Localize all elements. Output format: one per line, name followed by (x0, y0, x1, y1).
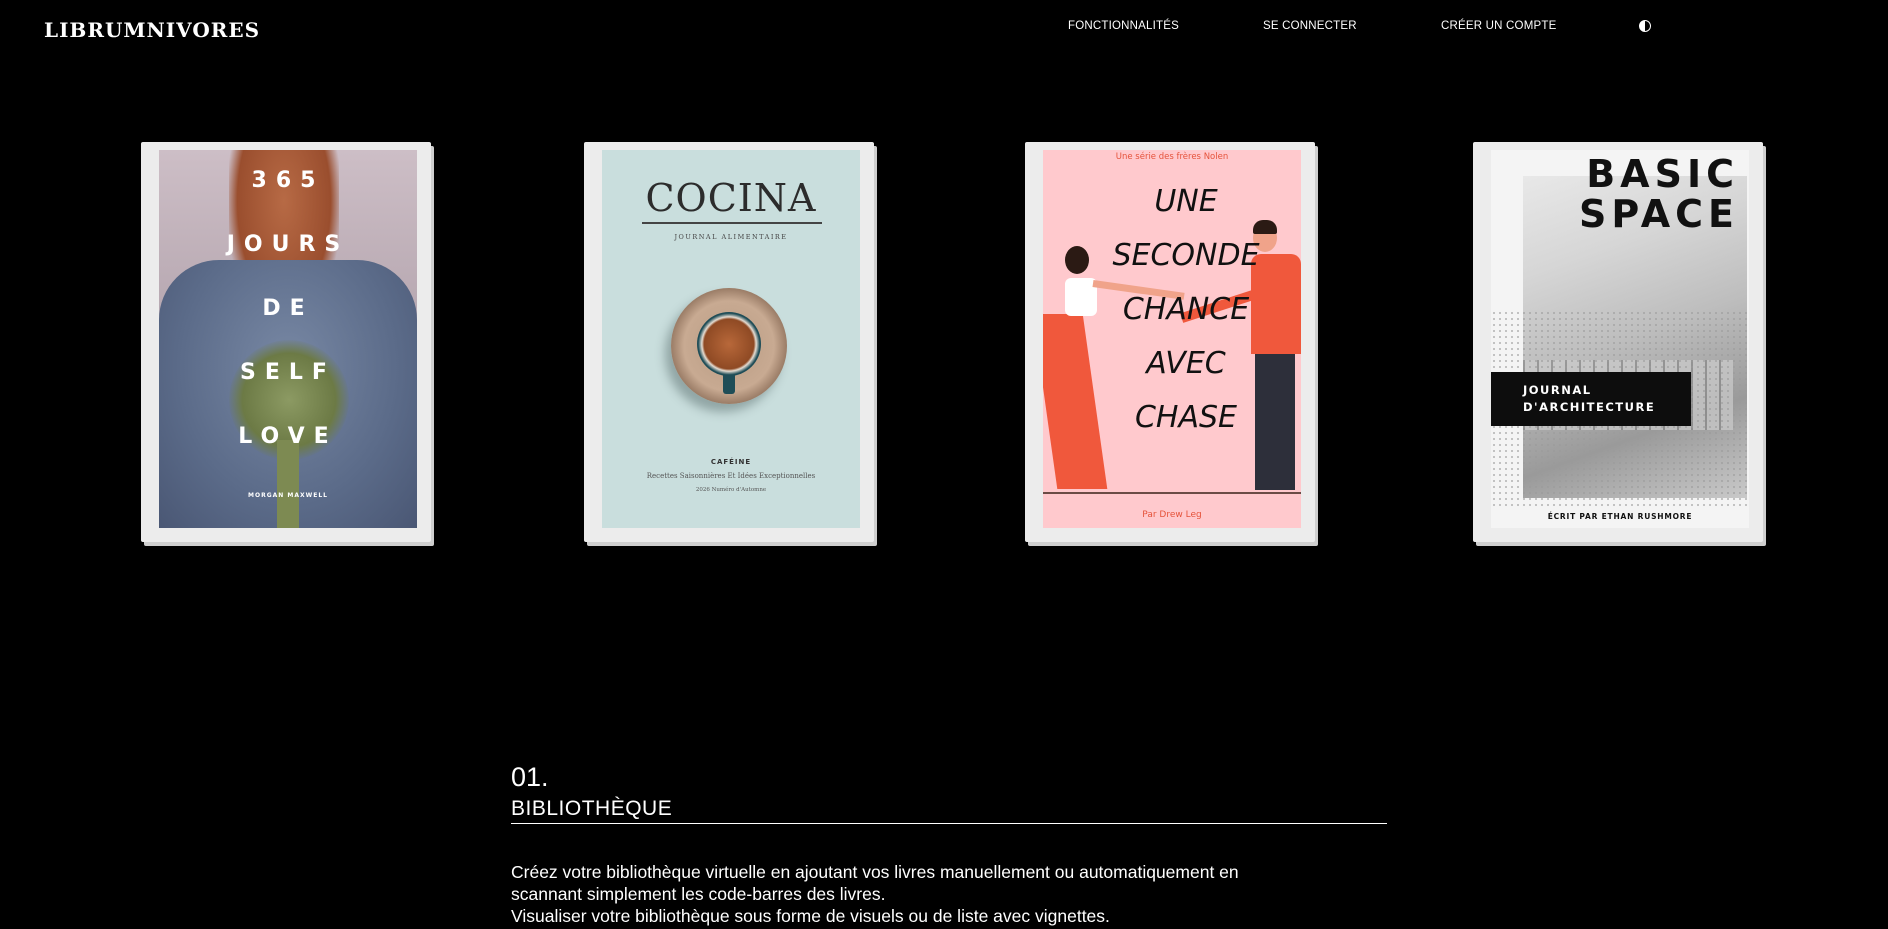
book-title-line: SPACE (1579, 192, 1739, 236)
book-title-line: UNE (1154, 184, 1218, 219)
book-title-line: 365 (251, 168, 325, 193)
book-title-line: JOURS (226, 232, 350, 257)
nav-login-link[interactable]: SE CONNECTER (1263, 20, 1357, 32)
book-title: BASIC SPACE (1579, 154, 1739, 234)
book-cover: 365 JOURS DE SELF LOVE MORGAN MAXWELL (159, 150, 417, 528)
book-tag: JOURNAL D'ARCHITECTURE (1523, 383, 1656, 414)
book-card-basic-space[interactable]: BASIC SPACE JOURNAL D'ARCHITECTURE ÉCRIT… (1473, 142, 1763, 542)
book-edition: 2026 Numéro d'Automne (695, 487, 767, 493)
contrast-icon[interactable] (1639, 20, 1651, 32)
book-title-line: AVEC (1146, 346, 1226, 381)
book-caption-title: CAFÉINE (710, 458, 752, 466)
book-title-line: LOVE (238, 424, 338, 449)
book-cover: COCINA JOURNAL ALIMENTAIRE CAFÉINE Recet… (602, 150, 860, 528)
description-line: Créez votre bibliothèque virtuelle en aj… (511, 862, 1239, 882)
nav-register-link[interactable]: CRÉER UN COMPTE (1441, 20, 1556, 32)
section-divider (511, 823, 1387, 824)
book-cover: Une série des frères Nolen UNE SECONDE C… (1043, 150, 1301, 528)
book-title-line: CHASE (1134, 400, 1238, 435)
cover-illustration (277, 440, 299, 528)
description-line: scannant simplement les code-barres des … (511, 884, 886, 904)
cover-illustration (1253, 220, 1277, 234)
book-title-line: DE (262, 296, 314, 321)
book-card-seconde-chance[interactable]: Une série des frères Nolen UNE SECONDE C… (1025, 142, 1315, 542)
nav-features-link[interactable]: FONCTIONNALITÉS (1068, 20, 1179, 32)
section-title: BIBLIOTHÈQUE (511, 797, 673, 820)
book-author: MORGAN MAXWELL (248, 492, 328, 499)
cover-illustration (1043, 314, 1108, 489)
book-card-self-love[interactable]: 365 JOURS DE SELF LOVE MORGAN MAXWELL (141, 142, 431, 542)
book-author: ÉCRIT PAR ETHAN RUSHMORE (1547, 512, 1693, 521)
book-title-line: BASIC (1586, 152, 1739, 196)
book-author: Par Drew Leg (1142, 510, 1202, 520)
book-title-line: SECONDE (1112, 238, 1260, 273)
book-caption: Recettes Saisonnières Et Idées Exception… (646, 472, 816, 480)
book-title-line: SELF (240, 360, 336, 385)
title-rule (642, 222, 822, 224)
description-line: Visualiser votre bibliothèque sous forme… (511, 906, 1110, 926)
cover-illustration (1043, 492, 1301, 494)
book-title: COCINA (645, 176, 817, 220)
book-series: Une série des frères Nolen (1115, 152, 1229, 162)
section-number: 01. (511, 762, 549, 792)
book-title-line: CHANCE (1122, 292, 1250, 327)
cover-illustration (1065, 246, 1089, 274)
coffee-cup-illustration (697, 312, 761, 376)
site-logo[interactable]: LIBRUMNIVORES (44, 18, 260, 42)
book-tag-box: JOURNAL D'ARCHITECTURE (1491, 372, 1691, 426)
book-subtitle: JOURNAL ALIMENTAIRE (674, 233, 788, 241)
section-description: Créez votre bibliothèque virtuelle en aj… (511, 861, 1411, 927)
book-cover: BASIC SPACE JOURNAL D'ARCHITECTURE ÉCRIT… (1491, 150, 1749, 528)
book-card-cocina[interactable]: COCINA JOURNAL ALIMENTAIRE CAFÉINE Recet… (584, 142, 874, 542)
